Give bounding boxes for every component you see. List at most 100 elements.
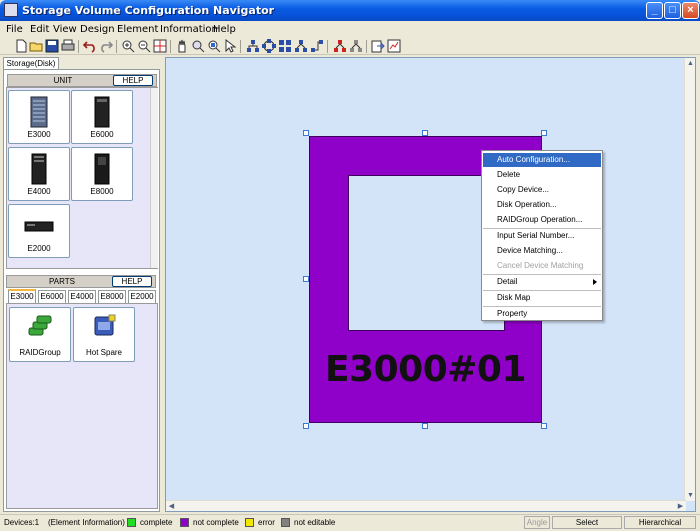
selection-handle[interactable] [541, 423, 547, 429]
mode-indicator: Select [552, 516, 622, 529]
parts-tab-e8000[interactable]: E8000 [98, 290, 126, 303]
maximize-button[interactable]: □ [664, 2, 681, 19]
menu-help[interactable]: Help [213, 24, 236, 35]
menu-edit[interactable]: Edit [30, 24, 49, 35]
menu-view[interactable]: View [53, 24, 77, 35]
server-tower-icon [30, 96, 48, 128]
menu-information[interactable]: Information [160, 24, 218, 35]
scroll-down-arrow[interactable]: ▼ [685, 490, 696, 501]
layout-circle-icon[interactable] [262, 39, 276, 53]
menu-item-cancel-device-matching: Cancel Device Matching [497, 261, 584, 270]
window-title: Storage Volume Configuration Navigator [22, 4, 275, 17]
selection-handle[interactable] [303, 423, 309, 429]
toolbar-separator [366, 40, 367, 53]
design-canvas[interactable]: E3000#01 [166, 58, 686, 501]
canvas-vertical-scrollbar[interactable]: ▲ ▼ [684, 58, 695, 501]
save-icon[interactable] [45, 39, 59, 53]
toolbar-separator [170, 40, 171, 53]
parts-tab-e2000[interactable]: E2000 [128, 290, 156, 303]
parts-tile-hot-spare[interactable]: Hot Spare [73, 307, 135, 362]
parts-palette: RAIDGroup Hot Spare [6, 303, 158, 509]
status-bar: Devices:1 (Element Information) complete… [0, 514, 700, 531]
undo-icon[interactable] [83, 39, 97, 53]
menu-element[interactable]: Element [117, 24, 158, 35]
unit-section-title: UNIT [53, 76, 73, 85]
zoom-out-icon[interactable] [137, 39, 151, 53]
report-icon[interactable] [387, 39, 401, 53]
legend-label-error: error [258, 518, 275, 527]
menu-item-raidgroup-operation[interactable]: RAIDGroup Operation... [483, 213, 601, 227]
layout-grid-icon[interactable] [278, 39, 292, 53]
server-tower-icon [94, 153, 110, 185]
layout-tree-icon[interactable] [246, 39, 260, 53]
fit-icon[interactable] [153, 39, 167, 53]
canvas-horizontal-scrollbar[interactable]: ◀ ▶ [166, 500, 686, 511]
parts-tile-raidgroup[interactable]: RAIDGroup [9, 307, 71, 362]
menu-item-auto-configuration[interactable]: Auto Configuration... [483, 153, 601, 167]
menu-item-disk-operation[interactable]: Disk Operation... [483, 198, 601, 212]
menu-item-delete[interactable]: Delete [483, 168, 601, 182]
hand-icon[interactable] [175, 39, 189, 53]
selection-handle[interactable] [422, 130, 428, 136]
zoom-region-icon[interactable] [191, 39, 205, 53]
redo-icon[interactable] [99, 39, 113, 53]
scroll-left-arrow[interactable]: ◀ [166, 501, 177, 512]
scroll-right-arrow[interactable]: ▶ [675, 501, 686, 512]
export-icon[interactable] [371, 39, 385, 53]
hot-spare-icon [94, 314, 116, 336]
parts-tab-e3000[interactable]: E3000 [8, 289, 36, 303]
unit-help-button[interactable]: HELP [113, 75, 153, 86]
parts-section-header: PARTS HELP [6, 275, 156, 288]
print-icon[interactable] [61, 39, 75, 53]
menu-item-input-serial-number[interactable]: Input Serial Number... [483, 229, 601, 243]
unit-tile-label: E6000 [90, 130, 114, 139]
menu-file[interactable]: File [6, 24, 23, 35]
close-button[interactable]: × [682, 2, 699, 19]
menu-item-detail-label: Detail [497, 277, 518, 286]
parts-tile-label: Hot Spare [85, 348, 123, 357]
zoom-select-icon[interactable] [207, 39, 221, 53]
unit-tile-e8000[interactable]: E8000 [71, 147, 133, 201]
layout-orthogonal-icon[interactable] [310, 39, 324, 53]
menu-item-disk-map[interactable]: Disk Map [483, 291, 601, 305]
legend-swatch-not-complete [180, 518, 189, 527]
unit-palette: E3000 E6000 E4000 E8000 E2000 [6, 87, 158, 269]
device-count: Devices:1 [4, 518, 40, 527]
selection-handle[interactable] [422, 423, 428, 429]
pointer-icon[interactable] [223, 39, 237, 53]
unit-tile-e6000[interactable]: E6000 [71, 90, 133, 144]
design-canvas-container: E3000#01 ▲ ▼ ◀ ▶ [165, 57, 696, 512]
menu-item-copy-device[interactable]: Copy Device... [483, 183, 601, 197]
new-icon[interactable] [14, 39, 28, 53]
parts-tab-e4000[interactable]: E4000 [68, 290, 96, 303]
server-tower-icon [31, 153, 47, 185]
raidgroup-icon [28, 315, 52, 336]
layout-hierarchy-icon[interactable] [294, 39, 308, 53]
scroll-up-arrow[interactable]: ▲ [685, 58, 696, 69]
unit-tile-e2000[interactable]: E2000 [8, 204, 70, 258]
app-icon [4, 3, 18, 17]
unit-tile-e3000[interactable]: E3000 [8, 90, 70, 144]
expand-icon[interactable] [333, 39, 347, 53]
open-icon[interactable] [29, 39, 43, 53]
server-tower-icon [94, 96, 110, 128]
selection-handle[interactable] [541, 130, 547, 136]
rack-unit-icon [24, 221, 54, 232]
menu-item-property[interactable]: Property [483, 307, 601, 321]
toolbar-separator [327, 40, 328, 53]
unit-scrollbar[interactable] [150, 88, 158, 268]
parts-help-button[interactable]: HELP [112, 276, 152, 287]
submenu-arrow-icon [593, 279, 597, 285]
minimize-button[interactable]: _ [646, 2, 663, 19]
element-information: (Element Information) [48, 518, 125, 527]
unit-tile-label: E8000 [90, 187, 114, 196]
menu-item-device-matching[interactable]: Device Matching... [483, 244, 601, 258]
selection-handle[interactable] [303, 276, 309, 282]
parts-tab-e6000[interactable]: E6000 [38, 290, 66, 303]
collapse-icon[interactable] [349, 39, 363, 53]
menu-design[interactable]: Design [80, 24, 115, 35]
zoom-in-icon[interactable] [121, 39, 135, 53]
selection-handle[interactable] [303, 130, 309, 136]
unit-tile-e4000[interactable]: E4000 [8, 147, 70, 201]
menu-item-detail[interactable]: Detail [483, 275, 601, 289]
